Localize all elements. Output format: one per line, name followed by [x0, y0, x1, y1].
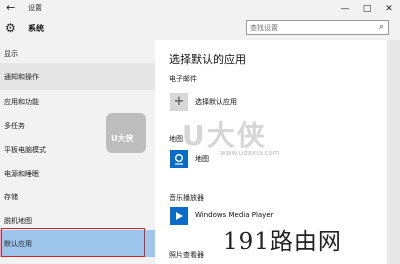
maximize-button[interactable]: □: [356, 0, 378, 17]
scrollbar[interactable]: [387, 40, 400, 264]
section-label-music: 音乐播放器: [169, 194, 204, 202]
back-arrow-icon[interactable]: ←: [6, 1, 15, 14]
sidebar-item-label: 通知和操作: [4, 72, 39, 81]
watermark-site: 191路由网: [223, 229, 342, 255]
sidebar-item-label: 显示: [4, 49, 18, 58]
window-title: 设置: [28, 4, 42, 12]
search-box[interactable]: ⌕: [246, 20, 389, 35]
sidebar-item-apps[interactable]: 应用和功能: [0, 88, 155, 115]
sidebar-item-default-apps[interactable]: 默认应用: [0, 230, 155, 257]
page-category-title: 系统: [28, 24, 44, 33]
email-app-choice[interactable]: 选择默认应用: [195, 97, 237, 107]
page-title: 选择默认的应用: [169, 53, 246, 66]
minimize-button[interactable]: —: [334, 0, 356, 17]
sidebar-item-label: 应用和功能: [4, 97, 39, 106]
sidebar-item-label: 电源和睡眠: [4, 169, 39, 178]
sidebar-item-label: 默认应用: [4, 239, 32, 248]
media-player-icon[interactable]: [170, 207, 188, 225]
watermark-logo-text: U大侠: [111, 134, 134, 143]
music-app-choice[interactable]: Windows Media Player: [195, 211, 274, 219]
watermark-brand: U大侠: [182, 119, 267, 152]
sidebar-item-label: 脱机地图: [4, 216, 32, 225]
watermark-url: www.udaxia.com: [220, 149, 280, 157]
section-label-photos: 照片查看器: [169, 251, 204, 259]
plus-icon[interactable]: +: [170, 93, 188, 111]
sidebar-item-notifications[interactable]: 通知和操作: [0, 63, 155, 90]
close-button[interactable]: ✕: [378, 0, 400, 17]
maps-app-choice[interactable]: 地图: [195, 154, 209, 164]
search-icon[interactable]: ⌕: [379, 22, 384, 32]
section-label-email: 电子邮件: [169, 75, 197, 83]
gear-icon: ⚙: [5, 21, 16, 35]
section-label-maps: 地图: [169, 135, 183, 143]
sidebar-item-label: 多任务: [4, 121, 25, 130]
sidebar-item-label: 存储: [4, 192, 18, 201]
window-controls: — □ ✕: [334, 0, 400, 17]
settings-header: ⚙ 系统 ⌕: [0, 17, 400, 39]
search-input[interactable]: [250, 22, 368, 33]
title-bar: ← 设置 — □ ✕: [0, 0, 400, 17]
sidebar-item-storage[interactable]: 存储: [0, 183, 155, 210]
sidebar-item-label: 平板电脑模式: [4, 145, 46, 154]
